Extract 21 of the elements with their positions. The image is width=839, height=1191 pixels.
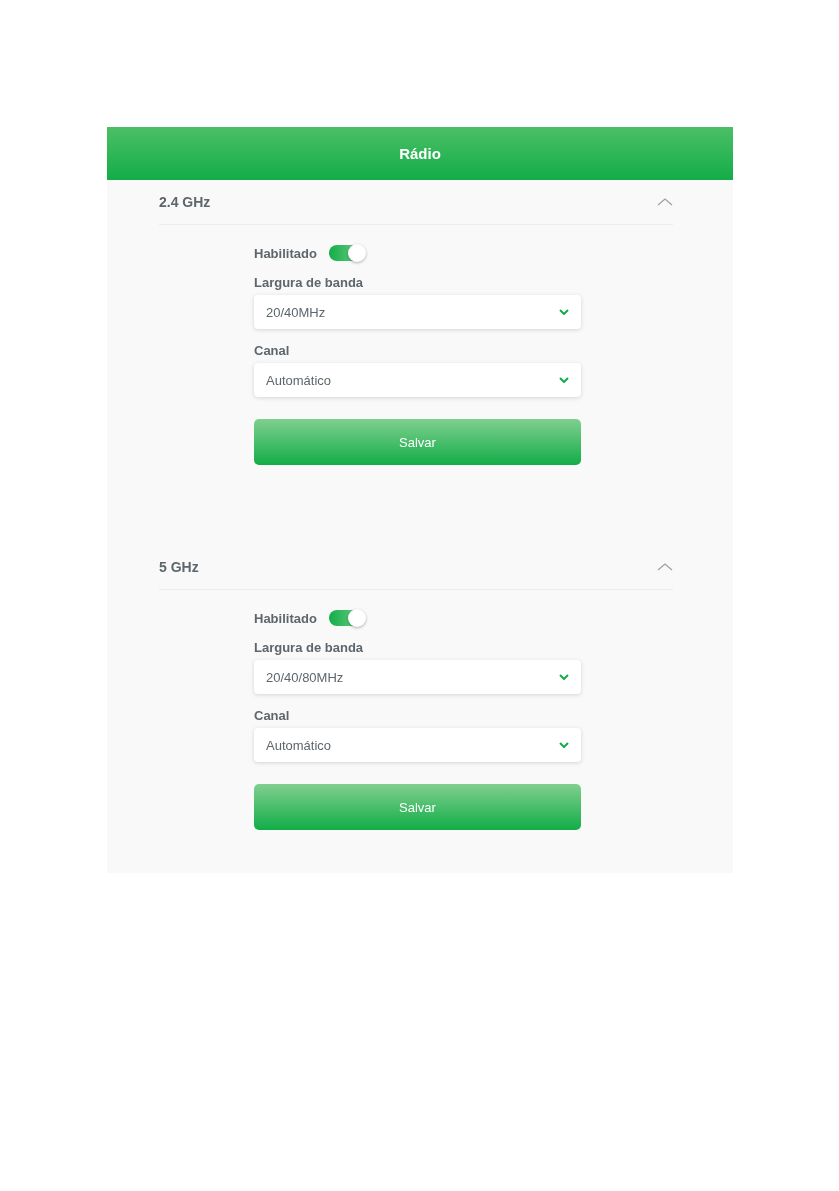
chevron-down-icon [559, 377, 569, 383]
dropdown-field[interactable]: Automático [254, 728, 581, 762]
chevron-up-icon[interactable] [657, 562, 673, 572]
field-label: Canal [254, 343, 291, 358]
dropdown-field[interactable]: 20/40MHz [254, 295, 581, 329]
field-label: Largura de banda [254, 640, 365, 655]
section-title: 5 GHz [159, 559, 199, 575]
field-label: Largura de banda [254, 275, 365, 290]
chevron-down-icon [559, 309, 569, 315]
chevron-down-icon [559, 742, 569, 748]
panel-title: Rádio [107, 127, 733, 180]
field-label: Canal [254, 708, 291, 723]
toggle-switch[interactable] [328, 610, 365, 626]
dropdown-field[interactable]: Automático [254, 363, 581, 397]
toggle-switch[interactable] [328, 245, 365, 261]
toggle-label: Habilitado [254, 245, 317, 261]
section-title: 2.4 GHz [159, 194, 211, 210]
dropdown-field[interactable]: 20/40/80MHz [254, 660, 581, 694]
chevron-up-icon[interactable] [657, 197, 673, 207]
toggle-label: Habilitado [254, 610, 317, 626]
chevron-down-icon [559, 674, 569, 680]
